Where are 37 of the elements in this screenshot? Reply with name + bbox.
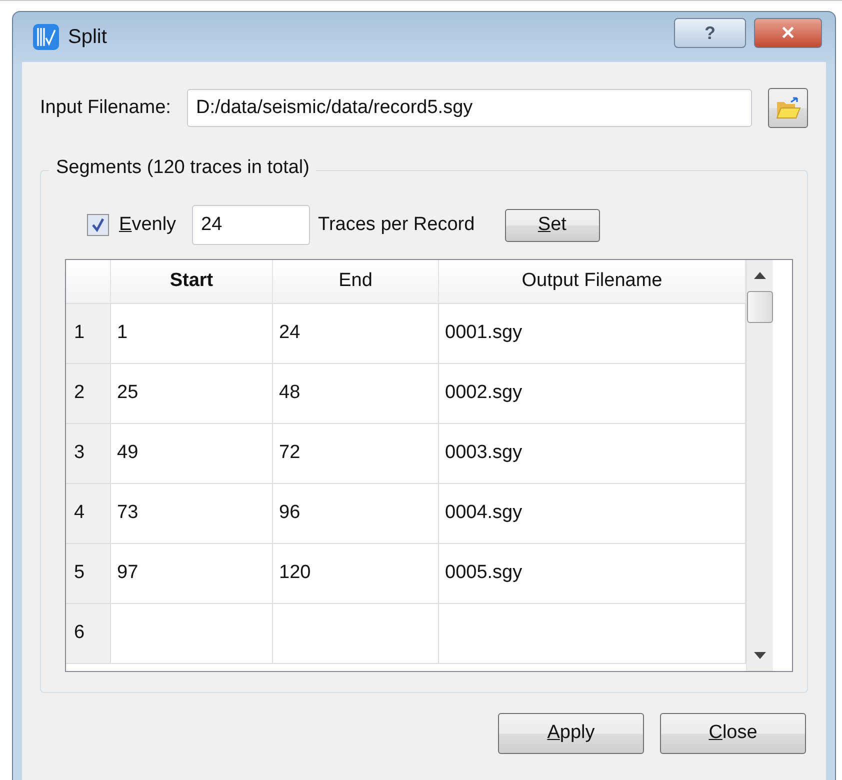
check-icon — [90, 217, 106, 233]
row-header[interactable]: 3 — [66, 424, 111, 483]
table-cell: 120 — [273, 544, 439, 603]
folder-icon — [775, 96, 801, 120]
help-button[interactable]: ? — [674, 18, 746, 48]
scroll-down-icon[interactable] — [754, 652, 766, 659]
table-cell: 49 — [111, 424, 273, 483]
field-label: Traces per Record — [318, 212, 475, 237]
scroll-up-icon[interactable] — [754, 272, 766, 279]
field-label: Input Filename: — [40, 96, 171, 120]
evenly-checkbox[interactable] — [87, 214, 109, 236]
table-cell: 72 — [273, 424, 439, 483]
row-header[interactable]: 5 — [66, 544, 111, 603]
traces-field[interactable]: 24 — [192, 205, 310, 245]
filename-field[interactable]: D:/data/seismic/data/record5.sgy — [186, 89, 752, 127]
row-header[interactable]: 2 — [66, 364, 111, 423]
table-cell: 96 — [273, 484, 439, 543]
table-cell: 1 — [111, 304, 273, 363]
window-title: Split — [68, 25, 107, 50]
close-button[interactable]: Close — [660, 713, 806, 754]
column-header[interactable]: End — [273, 260, 439, 303]
column-header[interactable]: Start — [111, 260, 273, 303]
table-cell: 97 — [111, 544, 273, 603]
set-button[interactable]: Set — [504, 208, 600, 242]
checkbox-label[interactable]: Evenly — [119, 210, 176, 240]
table-cell: 48 — [273, 364, 439, 423]
table-cell: 25 — [111, 364, 273, 423]
apply-button[interactable]: Apply — [498, 713, 644, 754]
scrollbar-thumb[interactable] — [747, 291, 773, 323]
row-header[interactable]: 4 — [66, 484, 111, 543]
app-icon — [32, 23, 60, 51]
row-header[interactable]: 1 — [66, 304, 111, 363]
table-cell: 24 — [273, 304, 439, 363]
scrollbar[interactable] — [746, 260, 773, 671]
open-folder-button[interactable] — [768, 88, 808, 128]
table-cell: 73 — [111, 484, 273, 543]
row-header[interactable]: 6 — [66, 604, 111, 663]
